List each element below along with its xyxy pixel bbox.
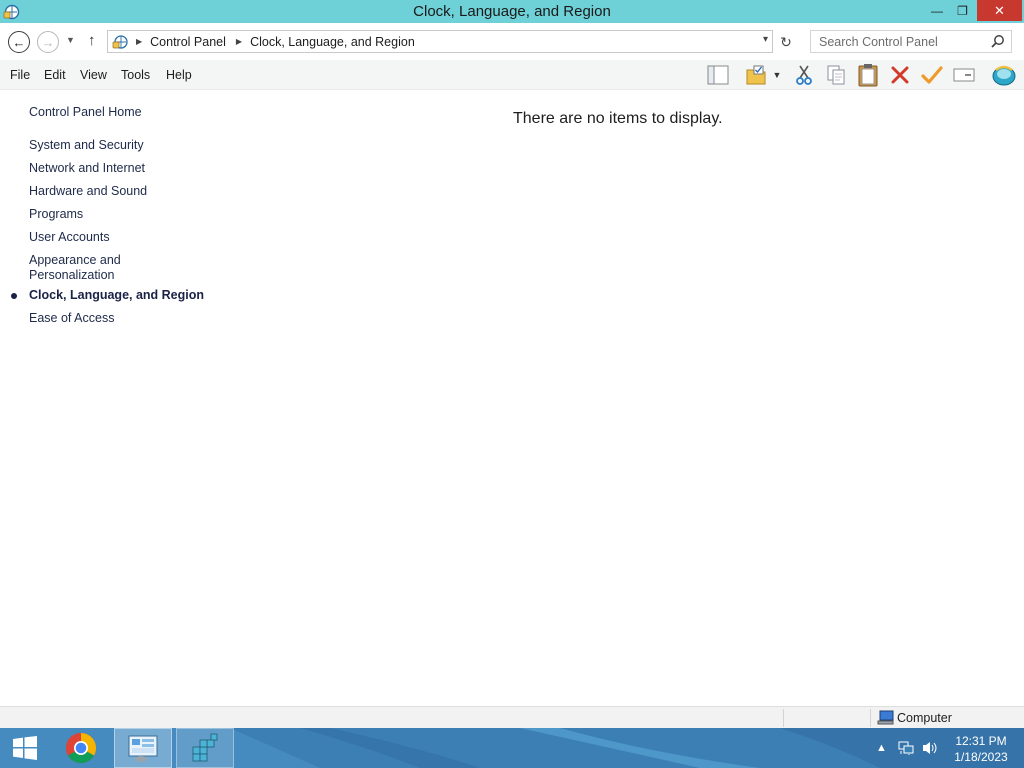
windows-logo-icon	[13, 736, 37, 760]
nav-clock-language-and-region[interactable]: Clock, Language, and Region	[29, 288, 204, 303]
chevron-down-icon: ▼	[66, 35, 75, 45]
address-dropdown-icon[interactable]: ▾	[763, 34, 768, 45]
taskbar-app-chrome[interactable]	[52, 728, 110, 768]
nav-system-and-security[interactable]: System and Security	[29, 138, 144, 153]
search-input[interactable]	[811, 34, 981, 49]
show-hidden-icons-button[interactable]: ▲	[876, 728, 887, 768]
minimize-button[interactable]: —	[924, 0, 950, 21]
nav-user-accounts[interactable]: User Accounts	[29, 230, 110, 245]
menu-tools[interactable]: Tools	[121, 68, 150, 82]
select-folder-icon[interactable]	[744, 63, 768, 87]
left-navigation: Control Panel Home System and Security N…	[0, 90, 220, 700]
window-title: Clock, Language, and Region	[413, 3, 611, 20]
taskbar-clock[interactable]: 12:31 PM 1/18/2023	[946, 733, 1016, 765]
breadcrumb-separator-icon[interactable]: ▶	[236, 37, 242, 46]
nav-network-and-internet[interactable]: Network and Internet	[29, 161, 145, 176]
search-icon[interactable]	[990, 34, 1005, 49]
computer-icon	[877, 710, 894, 725]
control-panel-icon	[112, 34, 128, 49]
nav-ease-of-access[interactable]: Ease of Access	[29, 311, 114, 326]
arrow-left-icon: ←	[12, 34, 26, 50]
search-box[interactable]	[810, 30, 1012, 53]
menu-view[interactable]: View	[80, 68, 107, 82]
properties-check-icon[interactable]	[920, 63, 944, 87]
menu-file[interactable]: File	[10, 68, 30, 82]
chrome-icon	[65, 733, 97, 764]
start-button[interactable]	[0, 728, 50, 768]
status-bar: Computer	[0, 706, 1024, 728]
status-location: Computer	[897, 711, 952, 725]
nav-appearance-and-personalization[interactable]: Appearance and Personalization	[29, 253, 121, 283]
back-button[interactable]: ←	[8, 31, 30, 53]
rename-icon[interactable]	[952, 63, 976, 87]
delete-icon[interactable]	[888, 63, 912, 87]
network-icon[interactable]	[897, 728, 915, 768]
clock-time: 12:31 PM	[955, 734, 1007, 748]
forward-button[interactable]: →	[37, 31, 59, 53]
shell-icon[interactable]	[990, 63, 1018, 87]
control-panel-icon	[128, 735, 158, 762]
registry-editor-icon	[192, 733, 218, 762]
taskbar-app-registry-editor[interactable]	[176, 728, 234, 768]
refresh-button[interactable]: ↻	[775, 31, 797, 53]
status-divider	[783, 709, 784, 727]
menu-bar: File Edit View Tools Help ▼	[0, 60, 1024, 90]
copy-icon[interactable]	[824, 63, 848, 87]
nav-hardware-and-sound[interactable]: Hardware and Sound	[29, 184, 147, 199]
arrow-up-icon: ↑	[88, 32, 96, 49]
current-page-bullet-icon	[11, 293, 17, 299]
menu-help[interactable]: Help	[166, 68, 192, 82]
nav-label-line: Personalization	[29, 268, 115, 282]
menu-edit[interactable]: Edit	[44, 68, 66, 82]
nav-control-panel-home[interactable]: Control Panel Home	[29, 105, 142, 120]
close-button[interactable]: ✕	[977, 0, 1022, 21]
paste-icon[interactable]	[856, 63, 880, 87]
empty-folder-message: There are no items to display.	[513, 110, 723, 127]
breadcrumb-current[interactable]: Clock, Language, and Region	[250, 35, 415, 49]
taskbar-app-control-panel[interactable]	[114, 728, 172, 768]
breadcrumb-separator-icon[interactable]: ▶	[136, 37, 142, 46]
address-field[interactable]: ▶ Control Panel ▶ Clock, Language, and R…	[107, 30, 773, 53]
restore-button[interactable]: ❐	[950, 0, 975, 21]
taskbar: ▲ 12:31 PM 1/18/2023	[0, 728, 1024, 768]
views-dropdown-icon[interactable]: ▼	[770, 63, 784, 87]
cut-icon[interactable]	[792, 63, 816, 87]
arrow-right-icon: →	[41, 34, 55, 50]
breadcrumb-control-panel[interactable]: Control Panel	[150, 35, 226, 49]
clock-date: 1/18/2023	[954, 750, 1008, 764]
address-toolbar: ← → ▼ ↑ ▶ Control Panel ▶ Clock, Languag…	[0, 23, 1024, 60]
layout-pane-icon[interactable]	[706, 63, 730, 87]
recent-locations-button[interactable]: ▼	[66, 35, 75, 45]
volume-icon[interactable]	[921, 728, 939, 768]
nav-programs[interactable]: Programs	[29, 207, 83, 222]
nav-label-line: Appearance and	[29, 253, 121, 267]
status-divider	[870, 709, 871, 727]
chevron-up-icon: ▲	[876, 742, 887, 754]
title-bar: Clock, Language, and Region — ❐ ✕	[0, 0, 1024, 23]
up-button[interactable]: ↑	[88, 32, 96, 49]
refresh-icon: ↻	[780, 33, 792, 50]
